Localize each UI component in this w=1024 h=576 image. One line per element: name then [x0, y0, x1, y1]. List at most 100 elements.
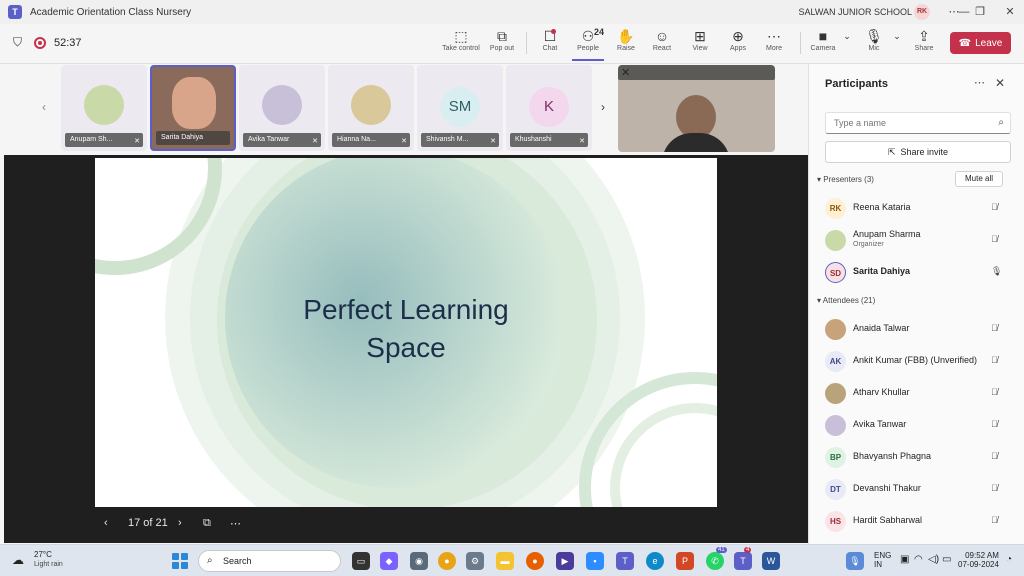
self-video-tile[interactable]: ✕	[618, 65, 775, 152]
participant-tile-name: Khushanshi	[510, 133, 588, 147]
participant-tile[interactable]: K Khushanshi ✕	[506, 65, 592, 151]
participant-row[interactable]: AK Ankit Kumar (FBB) (Unverified) 🎙̸	[825, 347, 1017, 375]
participant-initials: SM	[440, 87, 480, 127]
start-button[interactable]	[172, 553, 188, 569]
take-control-button[interactable]: ⬚ Take control	[440, 27, 482, 61]
account-avatar[interactable]: RK	[914, 4, 930, 20]
copilot-icon[interactable]: ◆	[380, 552, 398, 570]
camera-options-button[interactable]: ⌄	[840, 27, 854, 61]
taskbar-search[interactable]: ⌕ Search	[198, 550, 341, 572]
participant-tile[interactable]: Hianna Na... ✕	[328, 65, 414, 151]
participant-tile-name: Hianna Na...	[332, 133, 410, 147]
mic-off-icon[interactable]: 🎙̸	[991, 451, 998, 461]
firefox-icon[interactable]: ●	[526, 552, 544, 570]
share-button[interactable]: ⇪ Share	[910, 27, 938, 61]
participant-row[interactable]: RK Reena Kataria 🎙̸	[825, 194, 1017, 222]
mic-button[interactable]: 🎙 Mic	[860, 27, 888, 61]
more-button[interactable]: ⋯ More	[760, 27, 788, 61]
media-player-icon[interactable]: ▶	[556, 552, 574, 570]
participant-row[interactable]: Atharv Khullar 🎙̸	[825, 379, 1017, 407]
volume-icon[interactable]: ◁)	[928, 554, 939, 565]
task-view-icon[interactable]: ▭	[352, 552, 370, 570]
chevron-down-icon: ⌄	[893, 31, 901, 41]
close-window-button[interactable]: ✕	[996, 0, 1024, 24]
battery-icon[interactable]: ▭	[942, 554, 951, 565]
microphone-in-use-icon[interactable]: 🎙	[846, 552, 864, 570]
word-icon[interactable]: W	[762, 552, 780, 570]
wifi-icon[interactable]: ◠	[914, 554, 923, 565]
maximize-button[interactable]: ❐	[966, 0, 994, 24]
close-icon[interactable]: ✕	[995, 76, 1005, 90]
participant-name: Anupam Sharma	[853, 229, 921, 239]
view-button[interactable]: ⊞ View	[686, 27, 714, 61]
chrome-icon[interactable]: ●	[438, 552, 456, 570]
language-indicator[interactable]: ENG IN	[874, 551, 891, 569]
mic-label: Mic	[868, 45, 880, 52]
participant-tile-name: Avika Tanwar	[243, 133, 321, 147]
teams-icon[interactable]: T	[616, 552, 634, 570]
presenters-section-toggle[interactable]: ▾ Presenters (3)	[817, 175, 874, 184]
attendees-section-toggle[interactable]: ▾ Attendees (21)	[817, 296, 875, 305]
search-placeholder: Type a name	[834, 118, 887, 128]
participant-row[interactable]: Anaida Talwar 🎙̸	[825, 315, 1017, 343]
participant-gallery: ‹ Anupam Sh... ✕ Sarita Dahiya Avika Tan…	[0, 64, 808, 154]
clock[interactable]: 09:52 AM 07-09-2024	[958, 551, 999, 569]
mic-options-button[interactable]: ⌄	[890, 27, 904, 61]
mic-off-icon[interactable]: 🎙̸	[991, 515, 998, 525]
participant-search-input[interactable]: Type a name ⌕	[825, 112, 1011, 134]
participant-tile[interactable]: Anupam Sh... ✕	[61, 65, 147, 151]
mic-off-icon[interactable]: 🎙̸	[991, 387, 998, 397]
chat-button[interactable]: ☐ Chat	[536, 27, 564, 61]
mic-off-icon[interactable]: 🎙̸	[991, 483, 998, 493]
pop-out-button[interactable]: ⧉ Pop out	[486, 27, 518, 61]
mic-off-icon[interactable]: 🎙̸	[991, 234, 998, 244]
next-slide-button[interactable]: ›	[178, 517, 182, 529]
react-button[interactable]: ☺ React	[648, 27, 676, 61]
notifications-icon[interactable]: ◔	[1006, 554, 1012, 565]
mic-off-icon[interactable]: 🎙̸	[991, 323, 998, 333]
participant-tile-active[interactable]: Sarita Dahiya	[150, 65, 236, 151]
pop-out-label: Pop out	[489, 45, 515, 52]
avatar: RK	[825, 198, 846, 219]
file-explorer-icon[interactable]: ▬	[496, 552, 514, 570]
participant-tile[interactable]: Avika Tanwar ✕	[239, 65, 325, 151]
edge-icon[interactable]: e	[646, 552, 664, 570]
meeting-timer: 52:37	[54, 37, 82, 49]
mic-off-icon[interactable]: 🎙̸	[991, 202, 998, 212]
apps-button[interactable]: ⊕ Apps	[724, 27, 752, 61]
participant-row[interactable]: Avika Tanwar 🎙̸	[825, 411, 1017, 439]
participant-name: Ankit Kumar (FBB) (Unverified)	[853, 355, 978, 365]
presenters-label: Presenters (3)	[823, 175, 874, 184]
slide-more-icon[interactable]: ⋯	[230, 517, 241, 530]
share-invite-button[interactable]: ⇱ Share invite	[825, 141, 1011, 163]
people-button[interactable]: ⚇ 24 People	[572, 27, 604, 61]
mic-off-icon[interactable]: 🎙̸	[991, 419, 998, 429]
raise-hand-button[interactable]: ✋ Raise	[612, 27, 640, 61]
prev-slide-button[interactable]: ‹	[104, 517, 108, 529]
leave-button[interactable]: ☎ Leave	[950, 32, 1011, 54]
powerpoint-icon[interactable]: P	[676, 552, 694, 570]
participant-row[interactable]: HS Hardit Sabharwal 🎙̸	[825, 507, 1017, 535]
participant-row[interactable]: DT Devanshi Thakur 🎙̸	[825, 475, 1017, 503]
settings-icon[interactable]: ⚙	[466, 552, 484, 570]
mute-all-button[interactable]: Mute all	[955, 171, 1003, 187]
zoom-icon[interactable]: ▪	[586, 552, 604, 570]
self-video-body	[662, 133, 730, 152]
camera-button[interactable]: ■ Camera	[808, 27, 838, 61]
participant-row[interactable]: BP Bhavyansh Phagna 🎙̸	[825, 443, 1017, 471]
gallery-prev-arrow[interactable]: ‹	[42, 100, 46, 114]
mic-off-icon[interactable]: 🎙̸	[991, 355, 998, 365]
participant-row[interactable]: SD Sarita Dahiya 🎙	[825, 258, 1017, 286]
participant-row[interactable]: Anupam Sharma Organizer 🎙̸	[825, 226, 1017, 254]
participant-tile-name: Sarita Dahiya	[156, 131, 230, 145]
slide-grid-icon[interactable]: ⧉	[203, 517, 211, 530]
apps-icon: ⊕	[732, 28, 744, 44]
whatsapp-icon[interactable]: ✆	[706, 552, 724, 570]
mic-on-icon[interactable]: 🎙	[991, 266, 1002, 277]
camera-app-icon[interactable]: ◉	[410, 552, 428, 570]
gallery-next-arrow[interactable]: ›	[601, 100, 605, 114]
network-icon[interactable]: ▣	[900, 554, 909, 565]
teams-work-icon[interactable]: T	[734, 552, 752, 570]
more-options-icon[interactable]: ⋯	[974, 76, 985, 89]
participant-tile[interactable]: SM Shivansh M... ✕	[417, 65, 503, 151]
